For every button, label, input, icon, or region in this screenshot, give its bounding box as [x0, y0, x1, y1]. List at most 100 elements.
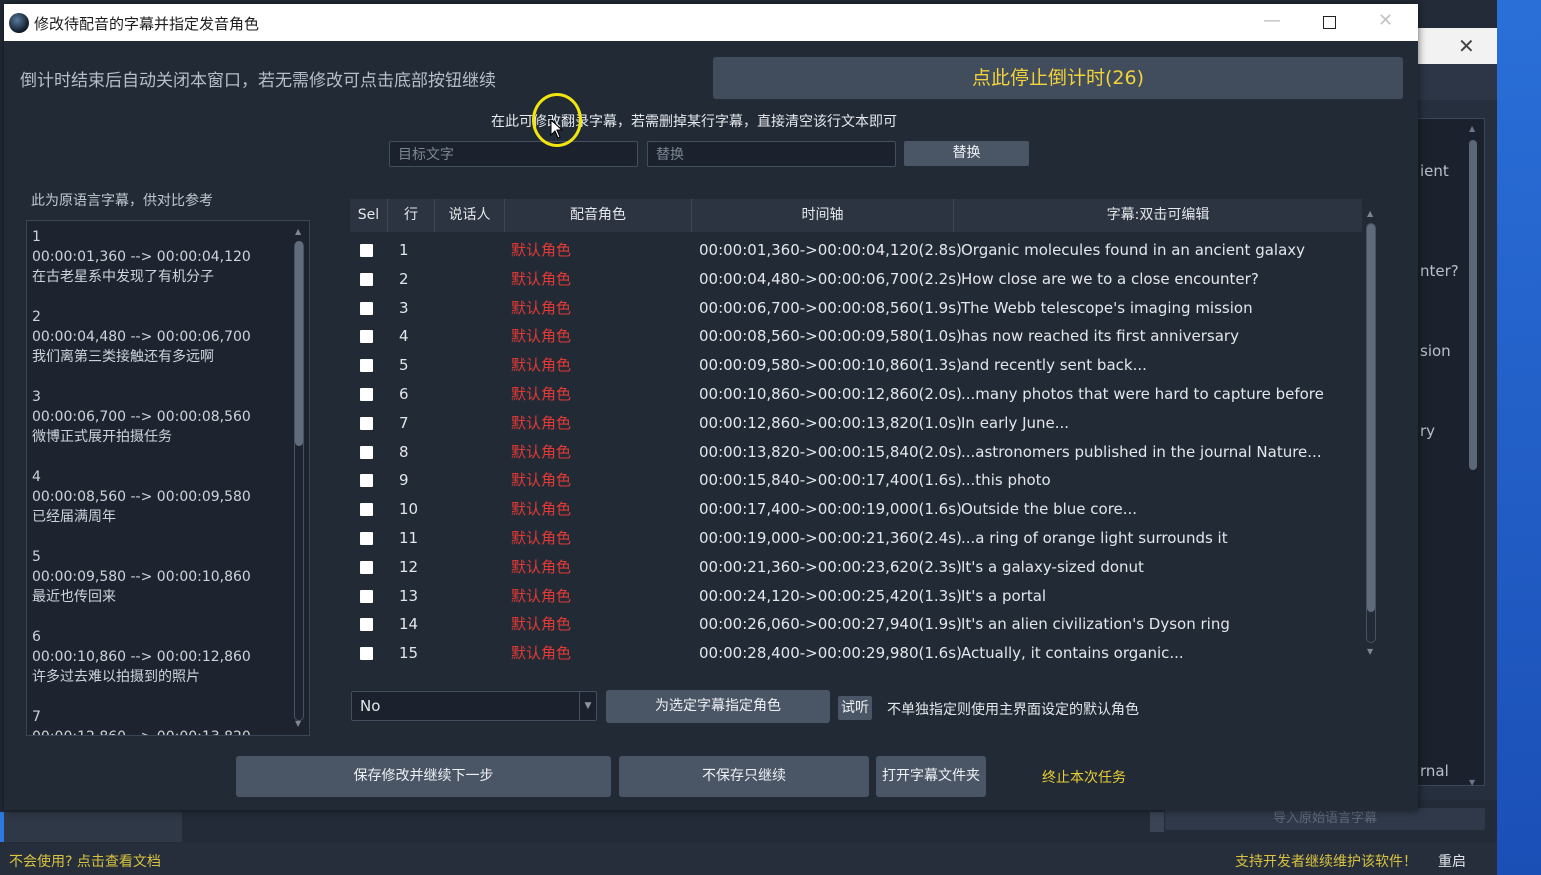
row-voice-role[interactable]: 默认角色 — [511, 524, 571, 553]
table-row[interactable]: 15 默认角色 00:00:28,400->00:00:29,980(1.6s) Ac… — [350, 639, 1362, 668]
row-select-checkbox[interactable] — [360, 503, 373, 517]
row-select-checkbox[interactable] — [360, 532, 373, 545]
row-voice-role[interactable]: 默认角色 — [511, 553, 571, 582]
row-speaker[interactable] — [440, 265, 500, 294]
column-header-line[interactable]: 行 — [388, 199, 435, 232]
reference-subtitle-box[interactable]: 1 00:00:01,360 --> 00:00:04,120 在古老星系中发现… — [26, 220, 310, 736]
row-select-checkbox[interactable] — [360, 272, 373, 286]
row-select-checkbox[interactable] — [360, 416, 373, 430]
row-voice-role[interactable]: 默认角色 — [511, 582, 571, 611]
role-select[interactable]: No ▼ — [351, 691, 597, 721]
restart-button[interactable]: 重启 — [1438, 851, 1466, 871]
row-select-checkbox[interactable] — [360, 445, 373, 459]
table-row[interactable]: 13 默认角色 00:00:24,120->00:00:25,420(1.3s) It… — [350, 582, 1362, 611]
row-voice-role[interactable]: 默认角色 — [511, 466, 571, 495]
row-voice-role[interactable]: 默认角色 — [511, 236, 571, 265]
row-speaker[interactable] — [440, 236, 500, 265]
row-subtitle-text[interactable]: and recently sent back... — [961, 351, 1147, 380]
row-speaker[interactable] — [440, 639, 500, 668]
table-row[interactable]: 7 默认角色 00:00:12,860->00:00:13,820(1.0s) In … — [350, 409, 1362, 438]
row-speaker[interactable] — [440, 553, 500, 582]
row-speaker[interactable] — [440, 582, 500, 611]
table-row[interactable]: 4 默认角色 00:00:08,560->00:00:09,580(1.0s) has… — [350, 322, 1362, 351]
row-voice-role[interactable]: 默认角色 — [511, 380, 571, 409]
row-select-checkbox[interactable] — [360, 647, 373, 661]
listen-button[interactable]: 试听 — [838, 696, 872, 720]
scroll-down-icon[interactable]: ▼ — [295, 719, 301, 728]
chevron-down-icon[interactable]: ▼ — [579, 692, 596, 720]
row-select-checkbox[interactable] — [360, 388, 373, 401]
row-select-checkbox[interactable] — [360, 618, 373, 632]
row-voice-role[interactable]: 默认角色 — [511, 438, 571, 467]
row-subtitle-text[interactable]: has now reached its first anniversary — [961, 322, 1239, 351]
save-and-continue-button[interactable]: 保存修改并继续下一步 — [236, 756, 611, 797]
minimize-icon[interactable]: — — [1262, 10, 1282, 31]
scroll-down-icon[interactable]: ▼ — [1367, 647, 1373, 656]
scroll-thumb[interactable] — [1469, 140, 1477, 470]
row-voice-role[interactable]: 默认角色 — [511, 409, 571, 438]
row-subtitle-text[interactable]: Organic molecules found in an ancient ga… — [961, 236, 1305, 265]
row-subtitle-text[interactable]: It's a portal — [961, 582, 1046, 611]
row-speaker[interactable] — [440, 466, 500, 495]
row-voice-role[interactable]: 默认角色 — [511, 322, 571, 351]
table-row[interactable]: 1 默认角色 00:00:01,360->00:00:04,120(2.8s) Org… — [350, 236, 1362, 265]
row-voice-role[interactable]: 默认角色 — [511, 610, 571, 639]
row-subtitle-text[interactable]: How close are we to a close encounter? — [961, 265, 1259, 294]
row-subtitle-text[interactable]: It's a galaxy-sized donut — [961, 553, 1144, 582]
import-original-subtitle-button[interactable]: 导入原始语言字幕 — [1165, 808, 1485, 830]
column-header-subtitle[interactable]: 字幕:双击可编辑 — [954, 199, 1362, 232]
table-row[interactable]: 10 默认角色 00:00:17,400->00:00:19,000(1.6s) Ou… — [350, 495, 1362, 524]
table-scrollbar[interactable]: ▲ ▼ — [1364, 209, 1378, 656]
column-header-speaker[interactable]: 说话人 — [435, 199, 505, 232]
row-speaker[interactable] — [440, 438, 500, 467]
row-speaker[interactable] — [440, 380, 500, 409]
row-subtitle-text[interactable]: It's an alien civilization's Dyson ring — [961, 610, 1230, 639]
scroll-thumb[interactable] — [295, 241, 303, 446]
column-header-timeline[interactable]: 时间轴 — [692, 199, 954, 232]
continue-without-saving-button[interactable]: 不保存只继续 — [619, 756, 869, 797]
open-subtitle-folder-button[interactable]: 打开字幕文件夹 — [876, 756, 986, 797]
table-row[interactable]: 6 默认角色 00:00:10,860->00:00:12,860(2.0s)...… — [350, 380, 1362, 409]
row-voice-role[interactable]: 默认角色 — [511, 351, 571, 380]
row-subtitle-text[interactable]: ...astronomers published in the journal … — [961, 438, 1322, 467]
reference-subtitle-text[interactable]: 1 00:00:01,360 --> 00:00:04,120 在古老星系中发现… — [32, 227, 287, 735]
row-select-checkbox[interactable] — [360, 474, 373, 488]
scroll-down-icon[interactable]: ▼ — [1469, 778, 1475, 787]
row-speaker[interactable] — [440, 495, 500, 524]
background-scrollbar[interactable]: ▲ ▼ — [1466, 124, 1480, 787]
row-voice-role[interactable]: 默认角色 — [511, 639, 571, 668]
close-icon[interactable]: ✕ — [1378, 10, 1393, 31]
scroll-thumb[interactable] — [1367, 224, 1375, 612]
row-speaker[interactable] — [440, 294, 500, 323]
row-select-checkbox[interactable] — [360, 359, 373, 373]
table-row[interactable]: 9 默认角色 00:00:15,840->00:00:17,400(1.6s)...… — [350, 466, 1362, 495]
abort-task-link[interactable]: 终止本次任务 — [1042, 767, 1126, 787]
stop-countdown-button[interactable]: 点此停止倒计时(26) — [713, 57, 1403, 99]
row-select-checkbox[interactable] — [360, 244, 373, 257]
row-subtitle-text[interactable]: ...many photos that were hard to capture… — [961, 380, 1324, 409]
row-subtitle-text[interactable]: ...this photo — [961, 466, 1051, 495]
row-speaker[interactable] — [440, 351, 500, 380]
row-speaker[interactable] — [440, 524, 500, 553]
row-subtitle-text[interactable]: Actually, it contains organic... — [961, 639, 1184, 668]
scroll-up-icon[interactable]: ▲ — [295, 227, 301, 236]
row-speaker[interactable] — [440, 409, 500, 438]
maximize-icon[interactable] — [1323, 16, 1336, 29]
table-row[interactable]: 11 默认角色 00:00:19,000->00:00:21,360(2.4s)..… — [350, 524, 1362, 553]
target-text-input[interactable]: 目标文字 — [389, 141, 638, 167]
table-row[interactable]: 8 默认角色 00:00:13,820->00:00:15,840(2.0s)...… — [350, 438, 1362, 467]
row-voice-role[interactable]: 默认角色 — [511, 294, 571, 323]
row-select-checkbox[interactable] — [360, 560, 373, 574]
scroll-up-icon[interactable]: ▲ — [1367, 209, 1373, 218]
support-developer-link[interactable]: 支持开发者继续维护该软件！ — [1235, 851, 1417, 871]
row-subtitle-text[interactable]: Outside the blue core... — [961, 495, 1137, 524]
help-docs-link[interactable]: 不会使用? 点击查看文档 — [9, 851, 161, 871]
scroll-up-icon[interactable]: ▲ — [1469, 124, 1475, 133]
column-header-sel[interactable]: Sel — [350, 199, 388, 232]
row-subtitle-text[interactable]: In early June... — [961, 409, 1069, 438]
row-select-checkbox[interactable] — [360, 589, 373, 603]
row-voice-role[interactable]: 默认角色 — [511, 495, 571, 524]
table-row[interactable]: 5 默认角色 00:00:09,580->00:00:10,860(1.3s) and… — [350, 351, 1362, 380]
table-row[interactable]: 12 默认角色 00:00:21,360->00:00:23,620(2.3s) It… — [350, 553, 1362, 582]
replace-button[interactable]: 替换 — [904, 141, 1029, 166]
